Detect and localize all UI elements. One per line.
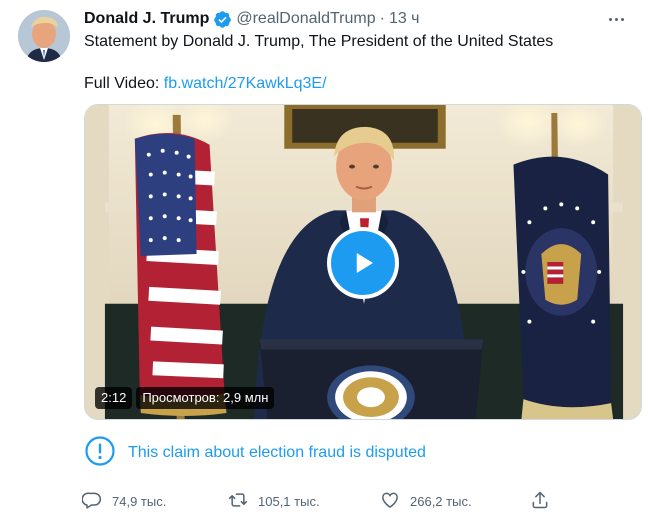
reply-count: 74,9 тыс.: [112, 493, 167, 509]
action-bar: 74,9 тыс. 105,1 тыс. 266,2 тыс.: [74, 486, 554, 516]
tweet: Donald J. Trump @realDonaldTrump · 13 ч …: [0, 0, 648, 520]
video-player[interactable]: 2:12 Просмотров: 2,9 млн: [84, 104, 642, 420]
share-button[interactable]: [530, 486, 550, 516]
video-link[interactable]: fb.watch/27KawkLq3E/: [164, 75, 327, 92]
verified-badge-icon: [213, 10, 232, 29]
separator-dot: ·: [379, 10, 385, 27]
tweet-text: Statement by Donald J. Trump, The Presid…: [84, 33, 554, 50]
tweet-time[interactable]: 13 ч: [389, 10, 420, 28]
play-icon[interactable]: [327, 227, 399, 299]
notice-text[interactable]: This claim about election fraud is dispu…: [128, 444, 426, 462]
avatar[interactable]: [18, 10, 70, 62]
retweet-count: 105,1 тыс.: [258, 493, 320, 509]
disputed-claim-notice[interactable]: This claim about election fraud is dispu…: [84, 435, 426, 472]
video-label: Full Video:: [84, 75, 164, 92]
like-count: 266,2 тыс.: [410, 493, 472, 509]
more-icon[interactable]: [604, 8, 628, 30]
info-icon: [84, 435, 116, 472]
retweet-icon: [228, 490, 248, 513]
retweet-button[interactable]: 105,1 тыс.: [228, 486, 320, 516]
video-views: Просмотров: 2,9 млн: [136, 387, 275, 409]
tweet-header: Donald J. Trump @realDonaldTrump · 13 ч: [84, 8, 634, 30]
reply-icon: [81, 490, 102, 513]
like-button[interactable]: 266,2 тыс.: [380, 486, 472, 516]
reply-button[interactable]: 74,9 тыс.: [81, 486, 167, 516]
author-handle[interactable]: @realDonaldTrump: [236, 10, 375, 28]
tweet-text-video-line: Full Video: fb.watch/27KawkLq3E/: [84, 74, 327, 94]
video-badges: 2:12 Просмотров: 2,9 млн: [95, 387, 275, 409]
author-name[interactable]: Donald J. Trump: [84, 10, 209, 28]
share-icon: [530, 490, 550, 513]
heart-icon: [380, 490, 400, 513]
video-duration: 2:12: [95, 387, 133, 409]
